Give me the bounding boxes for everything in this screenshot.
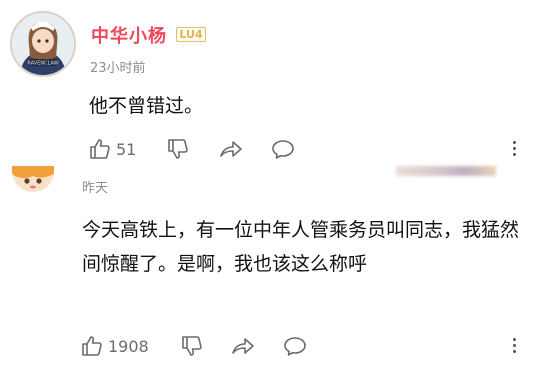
dislike-button[interactable]	[180, 331, 204, 361]
avatar-image: RAVENCLAW	[12, 13, 74, 75]
like-count: 51	[116, 139, 137, 159]
share-button[interactable]	[230, 331, 256, 361]
comment-card: RAVENCLAW 中华小杨 LU4 23小时前 他不曾错过。 51	[0, 0, 547, 167]
reply-button[interactable]	[270, 134, 296, 164]
comment-icon	[284, 337, 306, 356]
comment-time: 昨天	[82, 181, 109, 196]
thumbs-up-icon	[82, 336, 102, 356]
comment-actions: 51	[0, 134, 547, 164]
share-icon	[232, 338, 254, 354]
more-options-button[interactable]	[513, 138, 517, 159]
thumbs-down-icon	[168, 139, 188, 159]
more-options-button[interactable]	[513, 335, 517, 356]
share-icon	[220, 141, 242, 157]
like-count: 1908	[108, 336, 149, 356]
comment-text: 他不曾错过。	[89, 95, 204, 117]
comment-text: 今天高铁上，有一位中年人管乘务员叫同志，我猛然间惊醒了。是啊，我也该这么称呼	[82, 219, 520, 275]
adjacent-image-strip	[396, 166, 496, 176]
avatar-label: RAVENCLAW	[27, 61, 58, 67]
avatar[interactable]: RAVENCLAW	[10, 11, 76, 77]
like-button[interactable]: 1908	[80, 331, 149, 361]
level-badge: LU4	[176, 27, 206, 42]
share-button[interactable]	[218, 134, 244, 164]
more-icon	[513, 338, 517, 353]
dislike-button[interactable]	[166, 134, 190, 164]
thumbs-down-icon	[182, 336, 202, 356]
like-button[interactable]: 51	[88, 134, 136, 164]
comment-time: 23小时前	[90, 61, 146, 76]
reply-button[interactable]	[282, 331, 308, 361]
username[interactable]: 中华小杨	[91, 22, 167, 48]
thumbs-up-icon	[90, 139, 110, 159]
more-icon	[513, 141, 517, 156]
comment-actions: 1908	[0, 331, 547, 361]
comment-icon	[272, 140, 294, 159]
